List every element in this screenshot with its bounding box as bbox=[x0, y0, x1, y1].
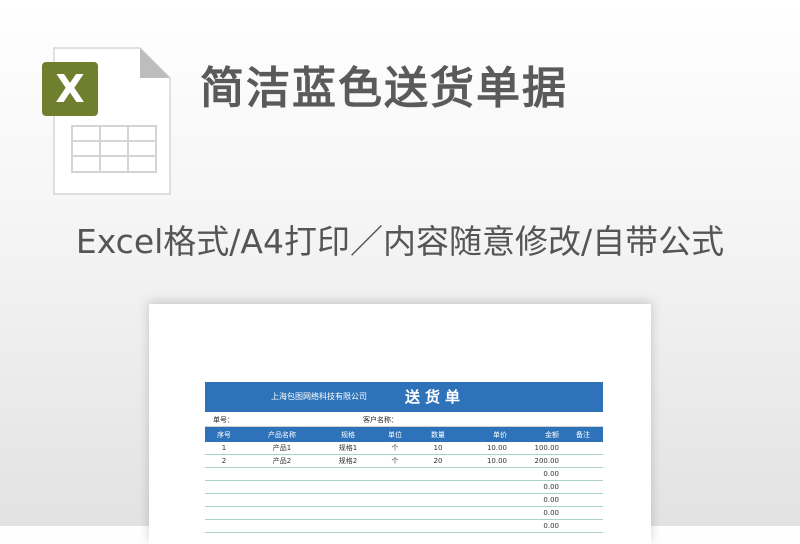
col-seq: 序号 bbox=[217, 430, 231, 439]
table-header: 序号 产品名称 规格 单位 数量 单价 金额 备注 bbox=[205, 427, 603, 442]
table-cell: 20 bbox=[433, 457, 443, 465]
table-cell: 100.00 bbox=[534, 444, 560, 452]
col-amount: 金额 bbox=[545, 430, 559, 439]
order-no-label: 单号： bbox=[213, 416, 234, 424]
table-cell: 产品1 bbox=[272, 444, 292, 452]
table-cell: 10.00 bbox=[486, 457, 507, 465]
document-preview: 上海包图网络科技有限公司 送货单 单号： 客户名称： 序号 产品名称 规格 单位… bbox=[149, 304, 651, 544]
table-cell: 10 bbox=[433, 444, 443, 452]
table-cell: 2 bbox=[221, 457, 227, 465]
col-name: 产品名称 bbox=[268, 430, 296, 439]
table-cell: 规格2 bbox=[338, 457, 358, 465]
table-cell: 个 bbox=[391, 444, 399, 452]
info-row: 单号： 客户名称： bbox=[205, 412, 603, 427]
table-cell: 0.00 bbox=[543, 522, 559, 530]
table-row: 1 产品1 规格1 个 10 10.00 100.00 bbox=[205, 442, 603, 455]
table-cell: 10.00 bbox=[486, 444, 507, 452]
table-cell: 产品2 bbox=[272, 457, 292, 465]
table-row: 0.00 bbox=[205, 494, 603, 507]
col-unit: 单位 bbox=[388, 430, 402, 439]
table-cell: 0.00 bbox=[543, 496, 559, 504]
col-note: 备注 bbox=[576, 430, 590, 439]
document-title: 送货单 bbox=[405, 388, 466, 406]
excel-badge-icon: X bbox=[55, 67, 84, 111]
table-row: 0.00 bbox=[205, 481, 603, 494]
table-row: 0.00 bbox=[205, 468, 603, 481]
sheet-header: 上海包图网络科技有限公司 送货单 bbox=[205, 382, 603, 412]
excel-file-icon: X bbox=[42, 46, 172, 196]
company-name: 上海包图网络科技有限公司 bbox=[271, 392, 367, 401]
delivery-sheet: 上海包图网络科技有限公司 送货单 单号： 客户名称： 序号 产品名称 规格 单位… bbox=[205, 382, 603, 533]
customer-label: 客户名称： bbox=[363, 416, 398, 424]
page-subtitle: Excel格式/A4打印／内容随意修改/自带公式 bbox=[75, 222, 725, 261]
table-cell: 1 bbox=[221, 444, 227, 452]
col-spec: 规格 bbox=[341, 430, 355, 439]
table-cell: 200.00 bbox=[534, 457, 560, 465]
table-row: 0.00 bbox=[205, 520, 603, 533]
col-qty: 数量 bbox=[431, 430, 445, 439]
col-price: 单价 bbox=[493, 430, 507, 439]
table-row: 0.00 bbox=[205, 507, 603, 520]
table-cell: 规格1 bbox=[338, 444, 358, 452]
table-row: 2 产品2 规格2 个 20 10.00 200.00 bbox=[205, 455, 603, 468]
table-cell: 0.00 bbox=[543, 483, 559, 491]
table-cell: 个 bbox=[391, 457, 399, 465]
table-body: 1 产品1 规格1 个 10 10.00 100.00 2 产品2 规格2 个 20 10.00 200.… bbox=[205, 442, 603, 533]
table-cell: 0.00 bbox=[543, 509, 559, 517]
page-title: 简洁蓝色送货单据 bbox=[200, 63, 568, 114]
table-cell: 0.00 bbox=[543, 470, 559, 478]
